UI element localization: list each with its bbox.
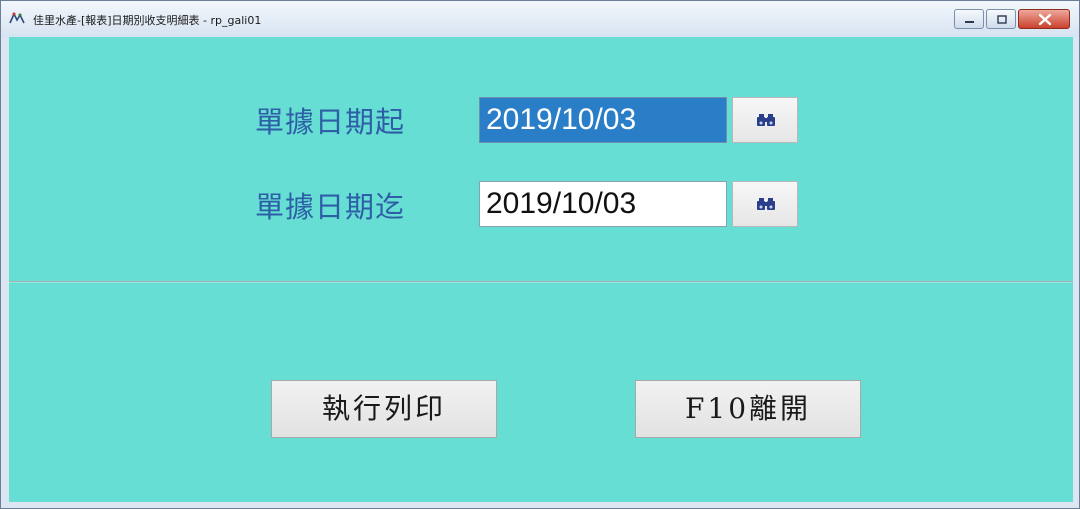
app-logo-icon <box>8 11 26 27</box>
end-date-label: 單據日期迄 <box>255 190 406 224</box>
app-window: 佳里水產-[報表]日期別收支明細表 - rp_gali01 單據日期起 2019… <box>0 0 1080 509</box>
restore-icon <box>997 15 1007 24</box>
start-date-lookup-button[interactable] <box>732 97 798 143</box>
close-icon <box>1038 13 1052 26</box>
minimize-button[interactable] <box>954 9 984 29</box>
section-divider <box>9 281 1073 283</box>
maximize-button[interactable] <box>986 9 1016 29</box>
exit-button[interactable]: F10離開 <box>635 380 861 438</box>
title-bar[interactable]: 佳里水產-[報表]日期別收支明細表 - rp_gali01 <box>1 1 1079 37</box>
binoculars-icon <box>757 114 775 126</box>
close-button[interactable] <box>1018 9 1070 29</box>
binoculars-icon <box>757 198 775 210</box>
start-date-input[interactable] <box>479 97 727 143</box>
end-date-lookup-button[interactable] <box>732 181 798 227</box>
print-button[interactable]: 執行列印 <box>271 380 497 438</box>
end-date-input[interactable] <box>479 181 727 227</box>
start-date-label: 單據日期起 <box>255 105 406 139</box>
window-title: 佳里水產-[報表]日期別收支明細表 - rp_gali01 <box>33 14 262 27</box>
form-area: 單據日期起 單據日期迄 <box>9 37 1073 502</box>
minimize-icon <box>965 21 974 23</box>
